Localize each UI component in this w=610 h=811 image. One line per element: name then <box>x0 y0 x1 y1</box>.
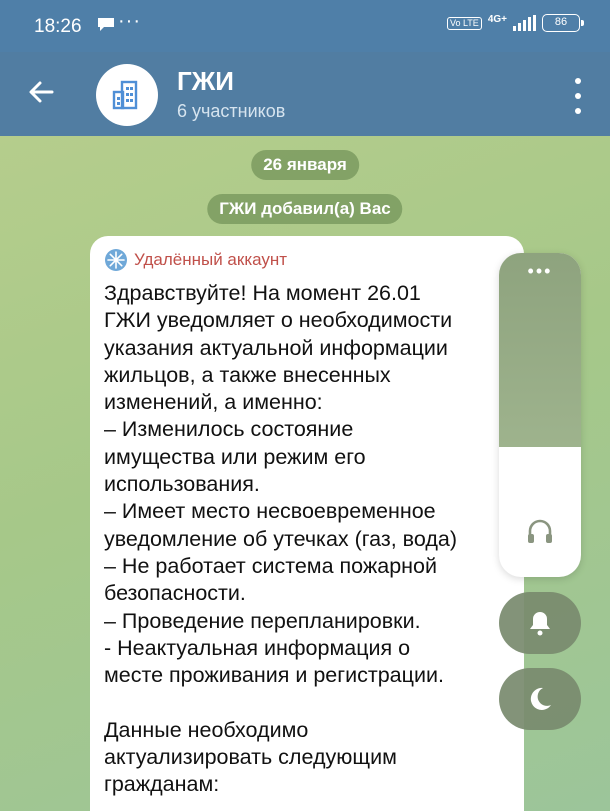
network-type: 4G+ <box>487 13 507 25</box>
service-message: ГЖИ добавил(а) Вас <box>207 194 403 224</box>
message-sender[interactable]: Удалённый аккаунт <box>104 248 512 272</box>
message-sender-name: Удалённый аккаунт <box>134 250 288 269</box>
message-notification-icon <box>96 15 116 38</box>
chat-subtitle: 6 участников <box>177 101 286 121</box>
volume-slider[interactable]: ••• <box>499 253 581 577</box>
deleted-account-avatar-icon <box>105 249 127 271</box>
chat-avatar[interactable] <box>96 64 158 126</box>
bell-icon <box>530 612 550 636</box>
message-text: Здравствуйте! На момент 26.01 ГЖИ уведом… <box>104 281 457 797</box>
chat-title[interactable]: ГЖИ <box>177 66 234 97</box>
headphones-icon[interactable] <box>524 515 556 547</box>
back-button[interactable] <box>22 72 62 112</box>
more-horizontal-icon[interactable]: ••• <box>499 261 581 282</box>
battery-indicator: 86 <box>542 14 584 32</box>
volume-fill <box>499 253 581 448</box>
more-notifications-icon: ··· <box>118 10 141 32</box>
message-bubble[interactable]: Удалённый аккаунт Здравствуйте! На момен… <box>90 236 524 811</box>
signal-icon <box>513 15 536 31</box>
status-bar: 18:26 ··· Vo LTE 4G+ 86 <box>0 0 610 52</box>
ring-mode-button[interactable] <box>499 592 581 654</box>
chat-header: ГЖИ 6 участников <box>0 52 610 136</box>
moon-icon <box>530 687 551 710</box>
building-icon <box>112 80 138 110</box>
status-time: 18:26 <box>34 16 82 37</box>
date-label: 26 января <box>251 150 359 180</box>
back-arrow-icon <box>29 81 54 103</box>
more-vertical-icon[interactable] <box>568 78 588 114</box>
do-not-disturb-button[interactable] <box>499 668 581 730</box>
status-indicators: Vo LTE 4G+ 86 <box>446 13 584 32</box>
volte-icon: Vo LTE <box>446 16 482 30</box>
